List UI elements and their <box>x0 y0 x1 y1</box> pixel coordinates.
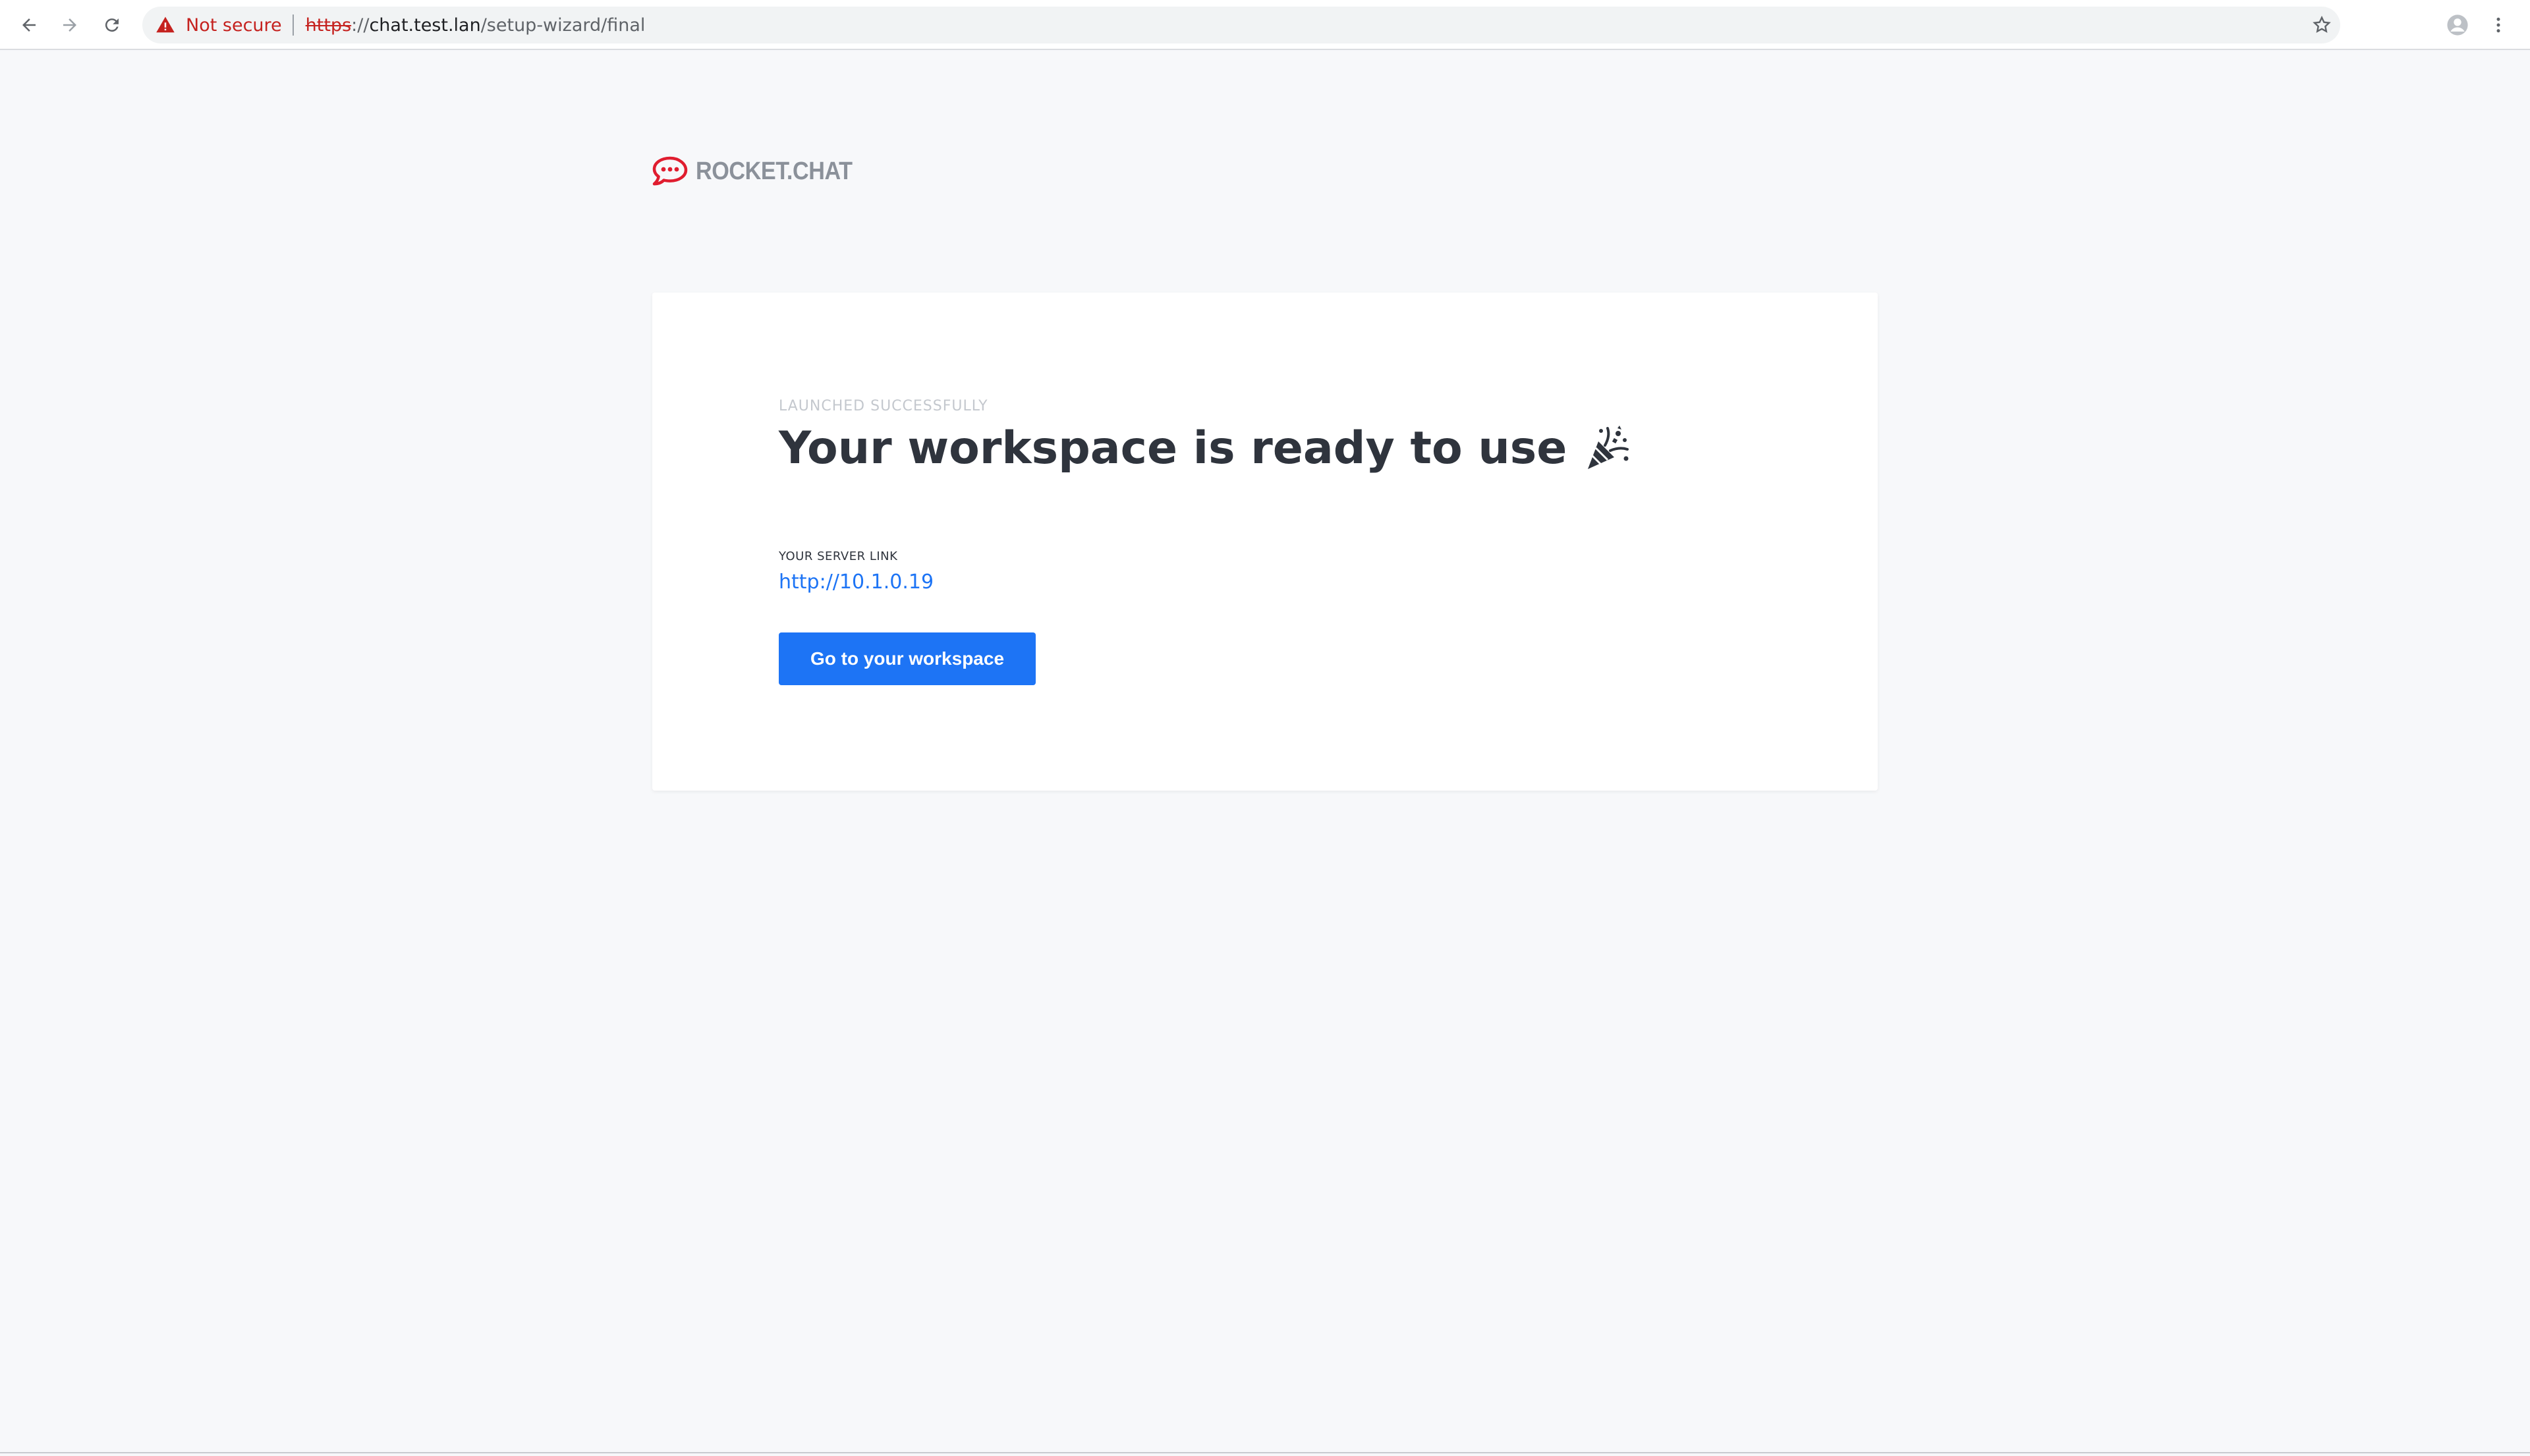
reload-icon[interactable] <box>98 11 126 40</box>
omnibox-divider <box>292 14 294 36</box>
setup-complete-card: LAUNCHED SUCCESSFULLY Your workspace is … <box>652 293 1878 791</box>
kebab-menu-icon[interactable] <box>2484 11 2513 40</box>
server-link-label: YOUR SERVER LINK <box>779 549 898 563</box>
url-host: chat.test.lan <box>369 14 481 36</box>
status-eyebrow: LAUNCHED SUCCESSFULLY <box>779 398 988 414</box>
rocket-chat-logo: ROCKET.CHAT <box>651 153 870 190</box>
back-arrow-icon[interactable] <box>14 11 43 40</box>
server-link[interactable]: http://10.1.0.19 <box>779 571 934 594</box>
rocket-chat-logo-icon <box>651 155 689 188</box>
star-icon[interactable] <box>2303 7 2340 43</box>
security-status[interactable]: Not secure <box>186 15 282 36</box>
url-scheme-separator: :// <box>351 14 370 36</box>
warning-triangle-icon <box>155 15 175 35</box>
address-bar[interactable]: Not secure https://chat.test.lan/setup-w… <box>142 7 2340 43</box>
go-to-workspace-button[interactable]: Go to your workspace <box>779 632 1036 685</box>
logo-wordmark: ROCKET.CHAT <box>696 157 853 185</box>
profile-icon[interactable] <box>2443 11 2472 40</box>
party-popper-icon <box>1581 422 1634 474</box>
window-bottom-edge <box>0 1452 2530 1453</box>
page-title: Your workspace is ready to use <box>779 422 1634 474</box>
browser-toolbar: Not secure https://chat.test.lan/setup-w… <box>0 0 2530 50</box>
url-path: /setup-wizard/final <box>480 14 646 36</box>
page-title-text: Your workspace is ready to use <box>779 422 1567 474</box>
forward-arrow-icon[interactable] <box>55 11 84 40</box>
url-scheme: https <box>305 14 352 36</box>
